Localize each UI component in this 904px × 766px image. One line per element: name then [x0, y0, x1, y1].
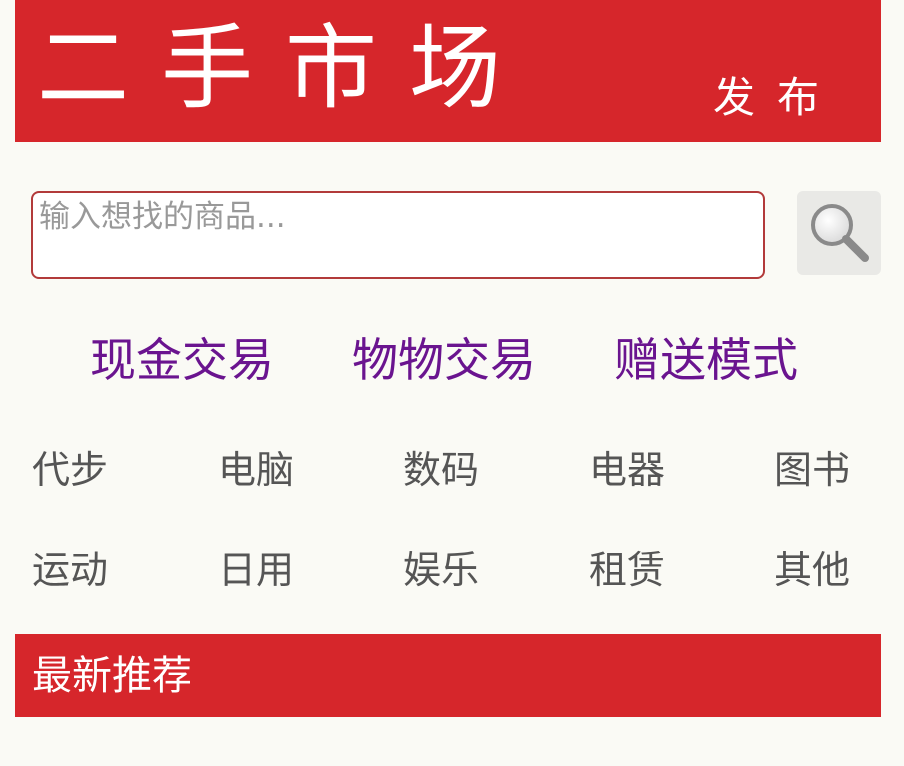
category-entertainment[interactable]: 娱乐	[403, 546, 479, 594]
section-title: 最新推荐	[32, 653, 192, 699]
magnifier-icon	[811, 204, 869, 262]
publish-button[interactable]: 发布	[713, 70, 841, 126]
category-digital[interactable]: 数码	[403, 446, 479, 494]
app-title: 二手市场	[37, 15, 534, 122]
category-other[interactable]: 其他	[774, 546, 850, 594]
category-daily-use[interactable]: 日用	[218, 546, 294, 594]
search-placeholder: 输入想找的商品...	[39, 199, 286, 235]
tab-cash-trade[interactable]: 现金交易	[90, 330, 274, 390]
tab-barter-trade[interactable]: 物物交易	[352, 330, 536, 390]
tab-gift-mode[interactable]: 赠送模式	[614, 330, 798, 390]
latest-recommendations-bar: 最新推荐	[15, 634, 881, 717]
category-transport[interactable]: 代步	[32, 446, 108, 494]
category-books[interactable]: 图书	[774, 446, 850, 494]
category-appliance[interactable]: 电器	[589, 446, 665, 494]
search-button[interactable]	[797, 191, 881, 275]
app-header: 二手市场 发布	[15, 0, 881, 142]
category-rental[interactable]: 租赁	[589, 546, 665, 594]
category-computer[interactable]: 电脑	[218, 446, 294, 494]
search-input[interactable]: 输入想找的商品...	[31, 191, 765, 279]
category-sports[interactable]: 运动	[32, 546, 108, 594]
